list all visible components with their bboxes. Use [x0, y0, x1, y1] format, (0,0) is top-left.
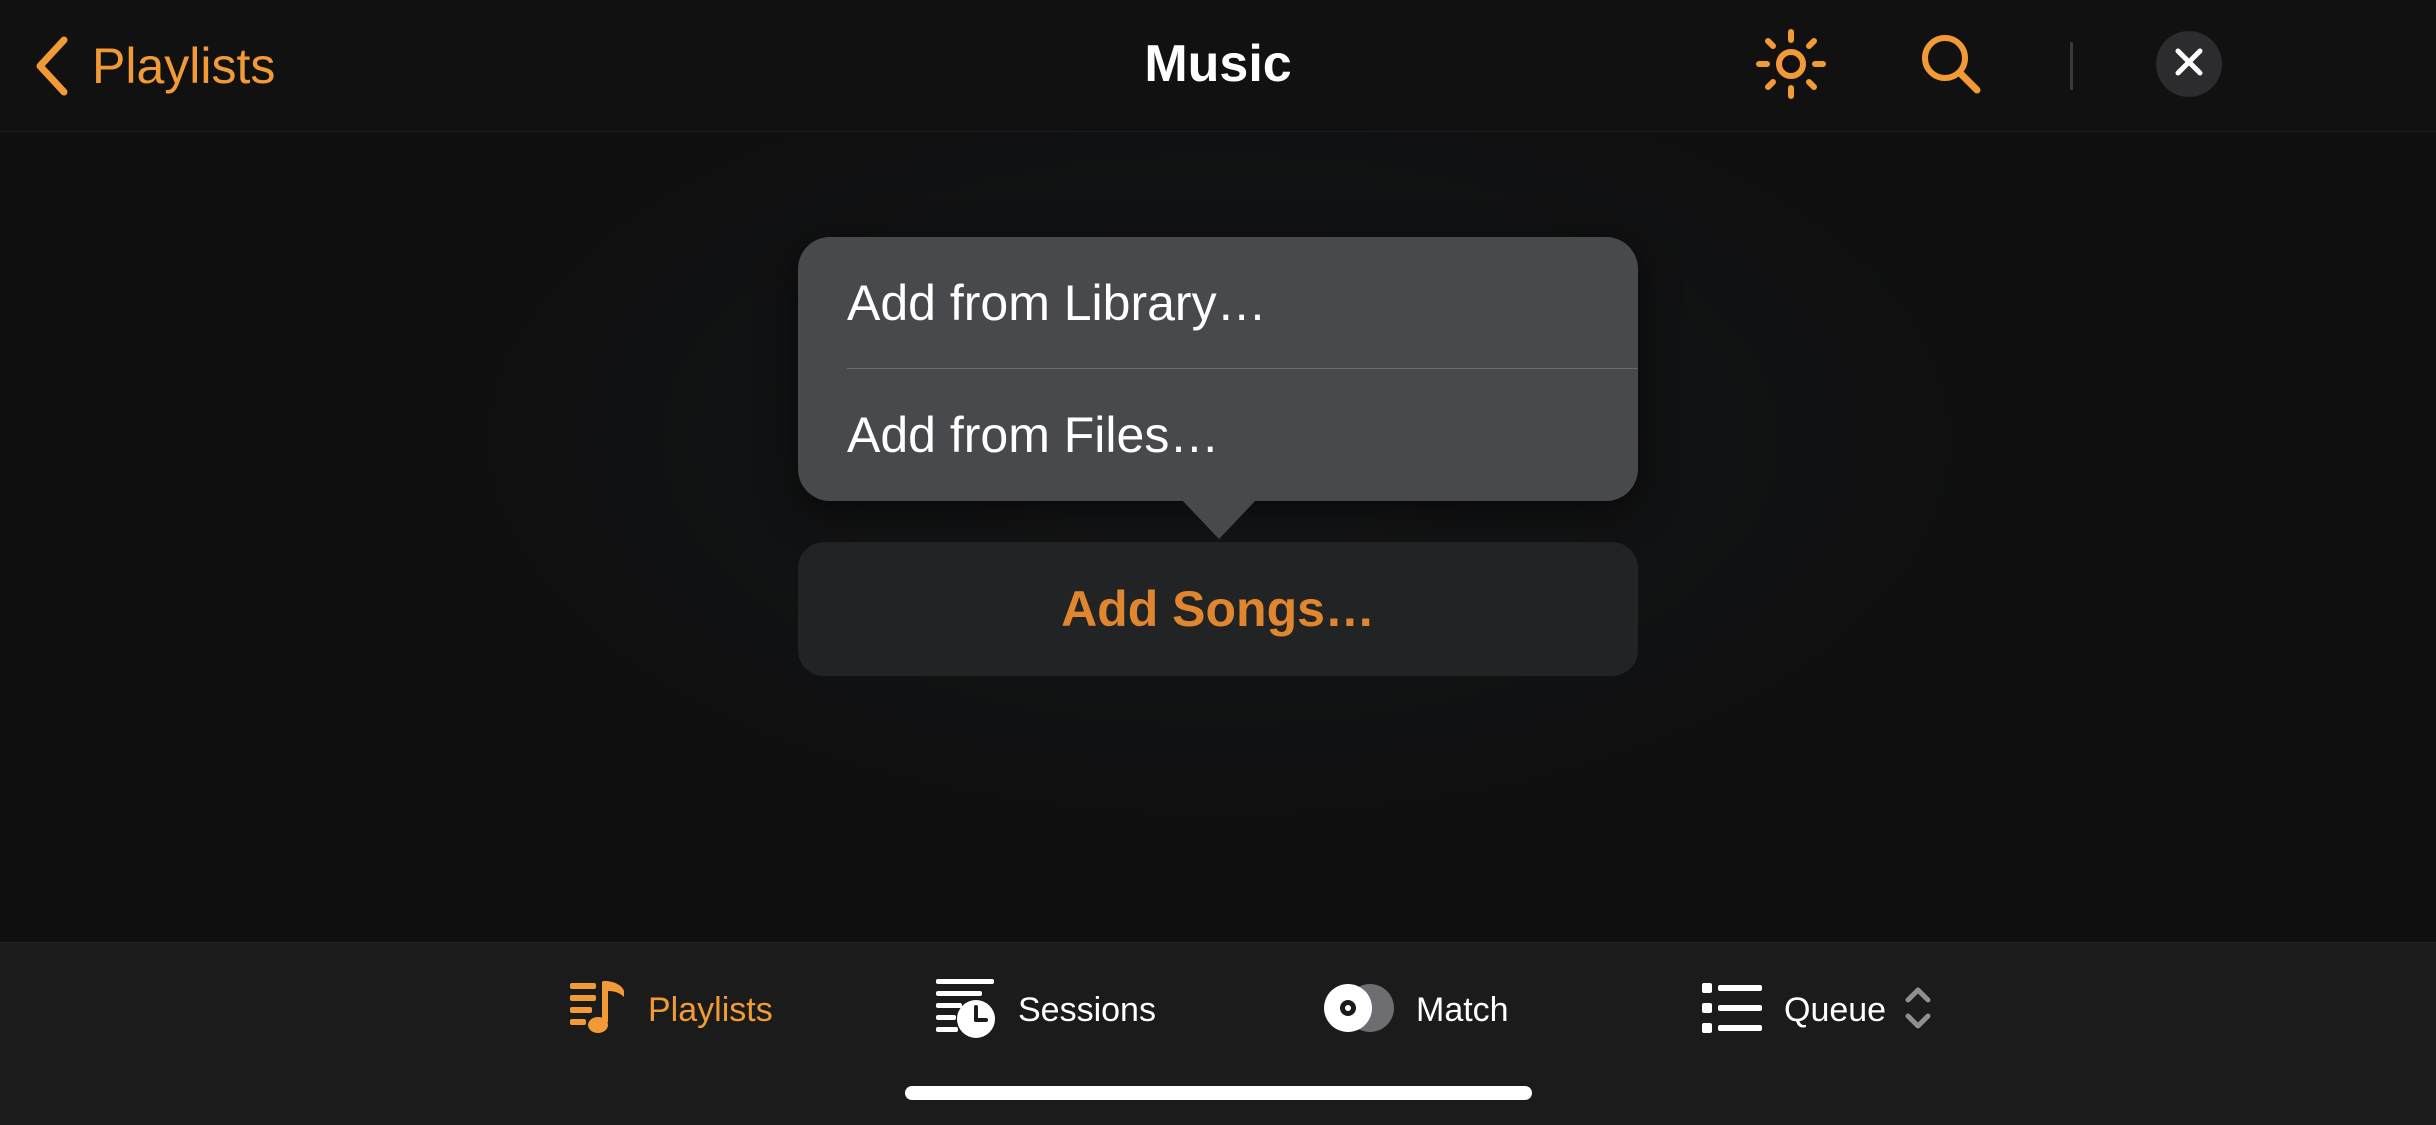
tab-match[interactable]: Match	[1322, 975, 1509, 1045]
top-navigation-bar: Playlists Music	[0, 0, 2436, 132]
match-disc-icon	[1322, 981, 1396, 1040]
search-icon[interactable]	[1915, 28, 1987, 100]
close-icon	[2173, 46, 2205, 83]
home-indicator[interactable]	[905, 1086, 1532, 1100]
menu-item-add-from-library[interactable]: Add from Library…	[798, 237, 1638, 368]
tab-bar: Playlists Sessions Match Queue	[0, 942, 2436, 1125]
sun-icon[interactable]	[1755, 28, 1827, 100]
screen: Playlists Music Add Songs… Add from Libr…	[0, 0, 2436, 1125]
chevron-left-icon	[34, 36, 70, 96]
add-songs-button[interactable]: Add Songs…	[798, 542, 1638, 676]
tab-label: Playlists	[648, 990, 773, 1029]
add-songs-popover: Add from Library… Add from Files…	[798, 237, 1638, 501]
playlist-music-icon	[568, 977, 628, 1044]
tab-label: Queue	[1784, 990, 1887, 1029]
tab-playlists[interactable]: Playlists	[568, 975, 773, 1045]
tab-label: Match	[1416, 990, 1509, 1029]
tab-label: Sessions	[1018, 990, 1156, 1029]
menu-item-add-from-files[interactable]: Add from Files…	[798, 369, 1638, 500]
back-button-label: Playlists	[92, 38, 276, 94]
back-button[interactable]: Playlists	[34, 30, 275, 102]
chevron-up-down-icon	[1904, 984, 1932, 1037]
tab-queue[interactable]: Queue	[1700, 975, 1932, 1045]
close-button[interactable]	[2156, 31, 2222, 97]
toolbar-divider	[2070, 42, 2073, 90]
sessions-clock-icon	[934, 977, 998, 1044]
queue-list-icon	[1700, 981, 1764, 1040]
popover-arrow	[1181, 499, 1257, 539]
tab-sessions[interactable]: Sessions	[934, 975, 1156, 1045]
